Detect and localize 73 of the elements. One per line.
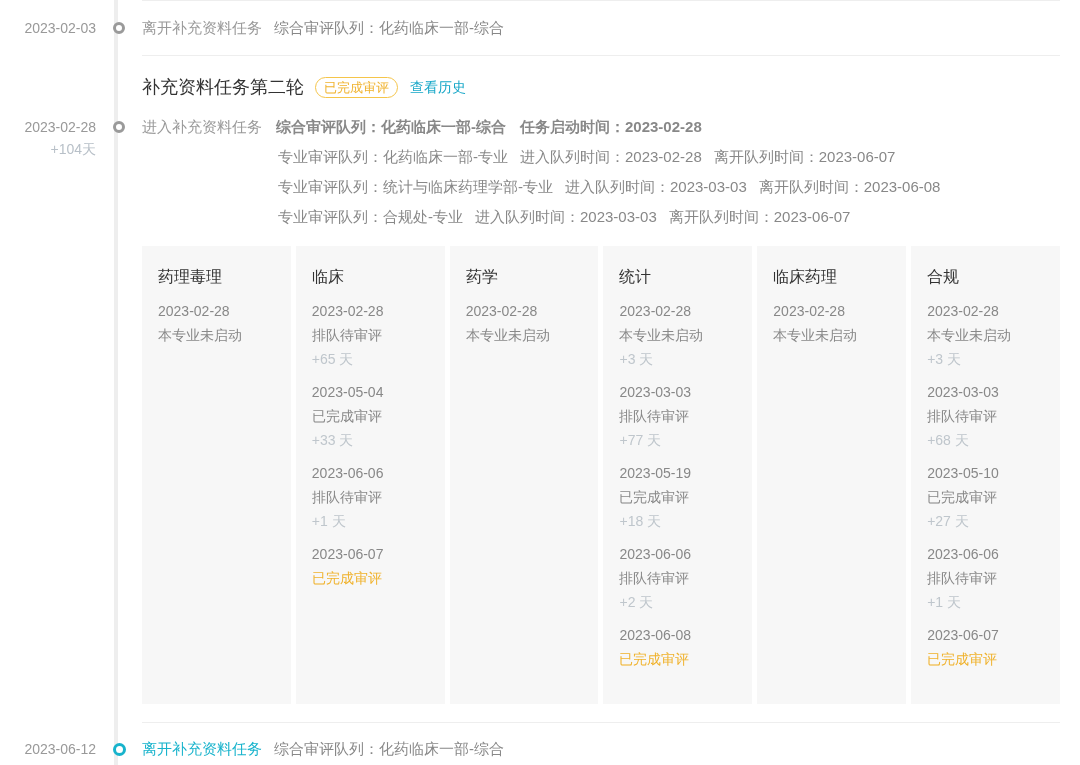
queue-text: 专业审评队列：统计与临床药理学部-专业 bbox=[278, 177, 553, 197]
step-date: 2023-02-28 bbox=[927, 302, 999, 321]
step-date: 2023-03-03 bbox=[927, 383, 999, 402]
discipline-title: 药理毒理 bbox=[158, 267, 222, 287]
wait-duration: +33 天 bbox=[311, 431, 354, 450]
step-date: 2023-02-28 bbox=[465, 302, 538, 321]
summary-text: 任务启动时间：2023-02-28 bbox=[520, 117, 702, 137]
step-date: 2023-06-06 bbox=[619, 545, 692, 564]
step-status: 排队待审评 bbox=[619, 569, 690, 588]
event-action: 离开补充资料任务 bbox=[142, 18, 262, 38]
event-action: 进入补充资料任务 bbox=[142, 117, 262, 137]
queue-text: 专业审评队列：合规处-专业 bbox=[278, 207, 463, 227]
step-status: 排队待审评 bbox=[927, 569, 998, 588]
wait-duration: +3 天 bbox=[619, 350, 654, 369]
event-date: 2023-06-12 bbox=[24, 740, 96, 759]
step-status: 本专业未启动 bbox=[158, 326, 242, 345]
step-date: 2023-06-08 bbox=[619, 626, 692, 645]
queue-text: 专业审评队列：化药临床一部-专业 bbox=[278, 147, 508, 167]
round-title: 补充资料任务第二轮 bbox=[142, 75, 304, 99]
step-date: 2023-03-03 bbox=[619, 383, 692, 402]
step-status: 本专业未启动 bbox=[773, 326, 858, 345]
queue-text: 进入队列时间：2023-02-28 bbox=[520, 147, 702, 167]
event-action: 离开补充资料任务 bbox=[142, 739, 262, 759]
discipline-title: 临床药理 bbox=[773, 267, 838, 287]
step-status: 排队待审评 bbox=[311, 488, 382, 507]
step-status: 本专业未启动 bbox=[927, 326, 1012, 345]
step-date: 2023-05-19 bbox=[619, 464, 692, 483]
step-date: 2023-05-04 bbox=[311, 383, 384, 402]
step-status: 排队待审评 bbox=[927, 407, 998, 426]
step-status: 本专业未启动 bbox=[465, 326, 550, 345]
discipline-title: 合规 bbox=[927, 267, 960, 287]
step-status: 已完成审评 bbox=[311, 407, 382, 426]
wait-duration: +2 天 bbox=[619, 593, 654, 612]
step-status: 已完成审评 bbox=[619, 488, 690, 507]
step-status: 已完成审评 bbox=[927, 650, 998, 669]
step-date: 2023-02-28 bbox=[158, 302, 230, 321]
step-date: 2023-06-07 bbox=[311, 545, 384, 564]
wait-duration: +65 天 bbox=[311, 350, 354, 369]
step-status: 已完成审评 bbox=[927, 488, 998, 507]
step-date: 2023-02-28 bbox=[619, 302, 692, 321]
wait-duration: +1 天 bbox=[927, 593, 961, 612]
event-date: 2023-02-03 bbox=[24, 19, 96, 38]
duration-text: +104天 bbox=[50, 140, 96, 159]
queue-text: 离开队列时间：2023-06-08 bbox=[758, 177, 941, 197]
queue-text: 进入队列时间：2023-03-03 bbox=[475, 207, 657, 227]
queue-text: 离开队列时间：2023-06-07 bbox=[713, 147, 896, 167]
step-date: 2023-02-28 bbox=[773, 302, 845, 321]
wait-duration: +1 天 bbox=[311, 512, 346, 531]
event-date: 2023-02-28 bbox=[24, 118, 96, 137]
wait-duration: +68 天 bbox=[927, 431, 969, 450]
discipline-title: 统计 bbox=[619, 267, 652, 287]
discipline-title: 临床 bbox=[311, 267, 344, 287]
step-date: 2023-06-06 bbox=[927, 545, 999, 564]
step-date: 2023-05-10 bbox=[927, 464, 999, 483]
step-date: 2023-06-06 bbox=[311, 464, 384, 483]
queue-text: 进入队列时间：2023-03-03 bbox=[565, 177, 747, 197]
step-date: 2023-06-07 bbox=[927, 626, 999, 645]
queue-text: 综合审评队列：化药临床一部-综合 bbox=[274, 739, 504, 759]
wait-duration: +3 天 bbox=[927, 350, 961, 369]
wait-duration: +27 天 bbox=[927, 512, 969, 531]
wait-duration: +77 天 bbox=[619, 431, 662, 450]
step-status: 排队待审评 bbox=[311, 326, 382, 345]
wait-duration: +18 天 bbox=[619, 512, 662, 531]
history-link[interactable]: 查看历史 bbox=[410, 76, 466, 98]
queue-text: 综合审评队列：化药临床一部-综合 bbox=[274, 18, 504, 38]
discipline-title: 药学 bbox=[465, 267, 498, 287]
step-status: 已完成审评 bbox=[311, 569, 382, 588]
queue-text: 离开队列时间：2023-06-07 bbox=[668, 207, 851, 227]
step-status: 已完成审评 bbox=[619, 650, 690, 669]
step-date: 2023-02-28 bbox=[311, 302, 384, 321]
step-status: 本专业未启动 bbox=[619, 326, 704, 345]
summary-text: 综合审评队列：化药临床一部-综合 bbox=[276, 117, 506, 137]
step-status: 排队待审评 bbox=[619, 407, 690, 426]
